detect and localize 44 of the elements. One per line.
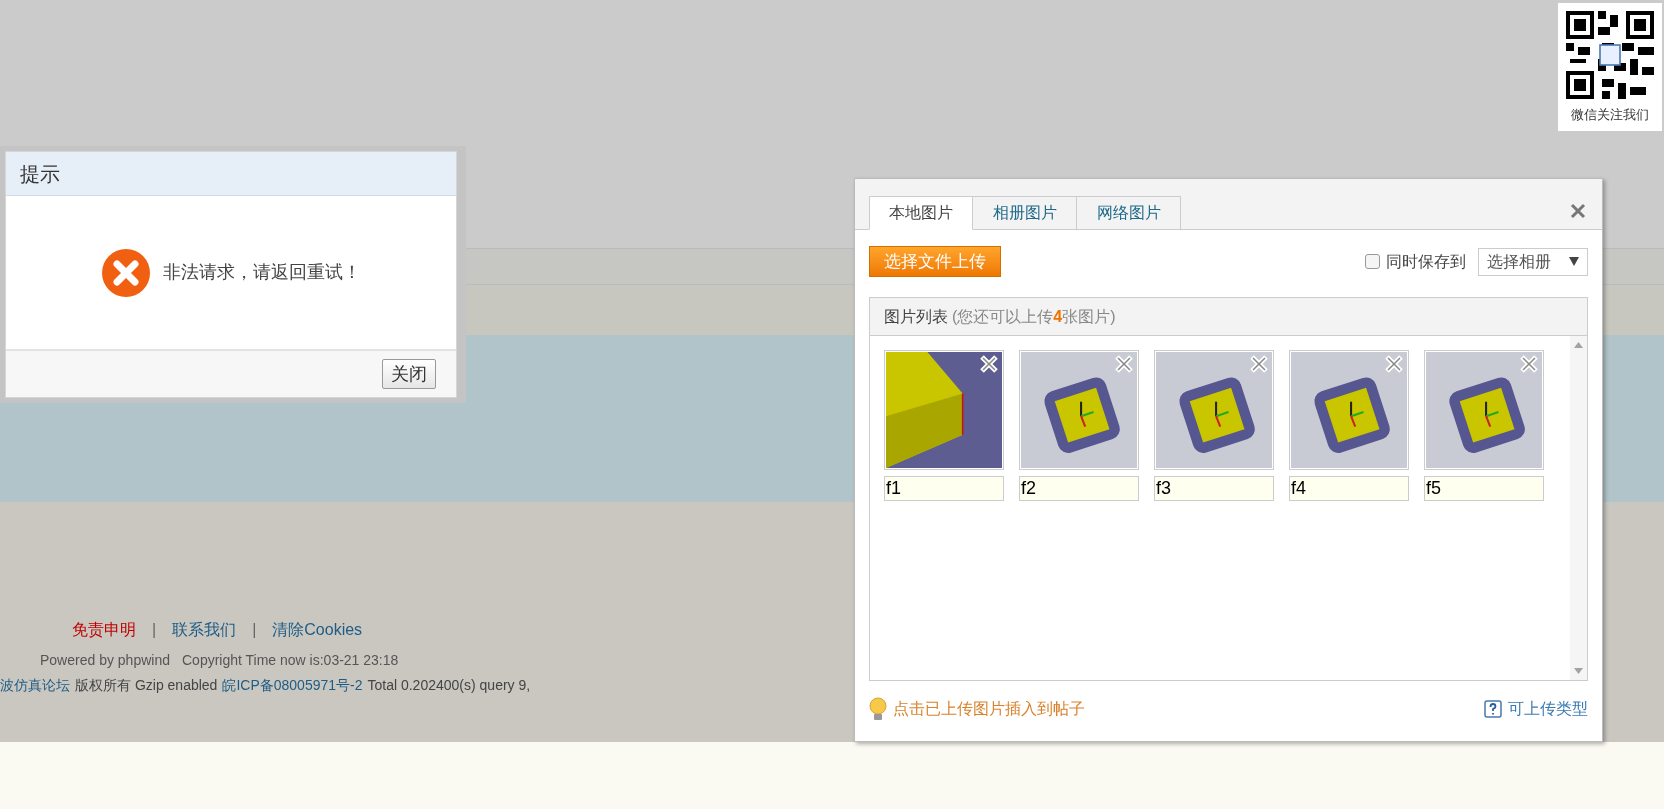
copyright-text: Copyright Time now is:03-21 23:18 <box>182 651 399 670</box>
tab[interactable]: 网络图片 <box>1077 196 1181 230</box>
caption-field[interactable]: f2 <box>1019 476 1139 501</box>
qr-code-icon <box>1566 11 1654 99</box>
powered-by-text: Powered by phpwind <box>40 651 170 670</box>
footer-text: 版权所有 Gzip enabled <box>75 676 218 695</box>
tab[interactable]: 本地图片 <box>869 196 973 230</box>
album-select[interactable]: 选择相册 <box>1478 247 1588 276</box>
upload-types-link[interactable]: 可上传类型 <box>1508 697 1588 721</box>
checkbox-label: 同时保存到 <box>1386 251 1466 272</box>
scrollbar[interactable] <box>1570 336 1587 680</box>
caption-field[interactable]: f5 <box>1424 476 1544 501</box>
delete-icon[interactable] <box>1520 355 1538 373</box>
footer-link[interactable]: 免责申明 <box>72 618 136 642</box>
close-icon[interactable] <box>1570 203 1586 219</box>
scroll-up-icon[interactable] <box>1574 342 1583 348</box>
list-title: 图片列表 <box>884 306 948 327</box>
delete-icon[interactable] <box>1385 355 1403 373</box>
caret-icon <box>1569 257 1579 266</box>
separator-text: | <box>151 620 158 640</box>
upload-limit-note: (您还可以上传4张图片) <box>952 306 1116 327</box>
lightbulb-icon <box>869 697 887 721</box>
scroll-down-icon[interactable] <box>1574 668 1583 674</box>
close-button[interactable]: 关闭 <box>382 359 436 389</box>
caption-field[interactable]: f3 <box>1154 476 1274 501</box>
error-icon <box>101 247 151 298</box>
delete-icon[interactable] <box>1250 355 1268 373</box>
error-message: 非法请求，请返回重试！ <box>163 261 361 284</box>
qr-caption: 微信关注我们 <box>1571 106 1649 124</box>
tab[interactable]: 相册图片 <box>973 196 1077 230</box>
footer-text: Total 0.202400(s) query 9, <box>367 676 531 695</box>
insert-hint-text: 点击已上传图片插入到帖子 <box>893 699 1085 719</box>
caption-field[interactable]: f4 <box>1289 476 1409 501</box>
caption-field[interactable]: f1 <box>884 476 1004 501</box>
delete-icon[interactable] <box>980 355 998 373</box>
delete-icon[interactable] <box>1115 355 1133 373</box>
footer-link[interactable]: 清除Cookies <box>272 618 363 642</box>
dialog-title: 提示 <box>6 152 456 196</box>
footer-link[interactable]: 联系我们 <box>172 618 237 642</box>
footer-link[interactable]: 波仿真论坛 <box>0 675 70 696</box>
separator-text: | <box>251 620 258 640</box>
save-checkbox[interactable] <box>1365 254 1380 269</box>
footer-link[interactable]: 皖ICP备08005971号-2 <box>222 675 363 696</box>
help-icon <box>1484 700 1502 718</box>
